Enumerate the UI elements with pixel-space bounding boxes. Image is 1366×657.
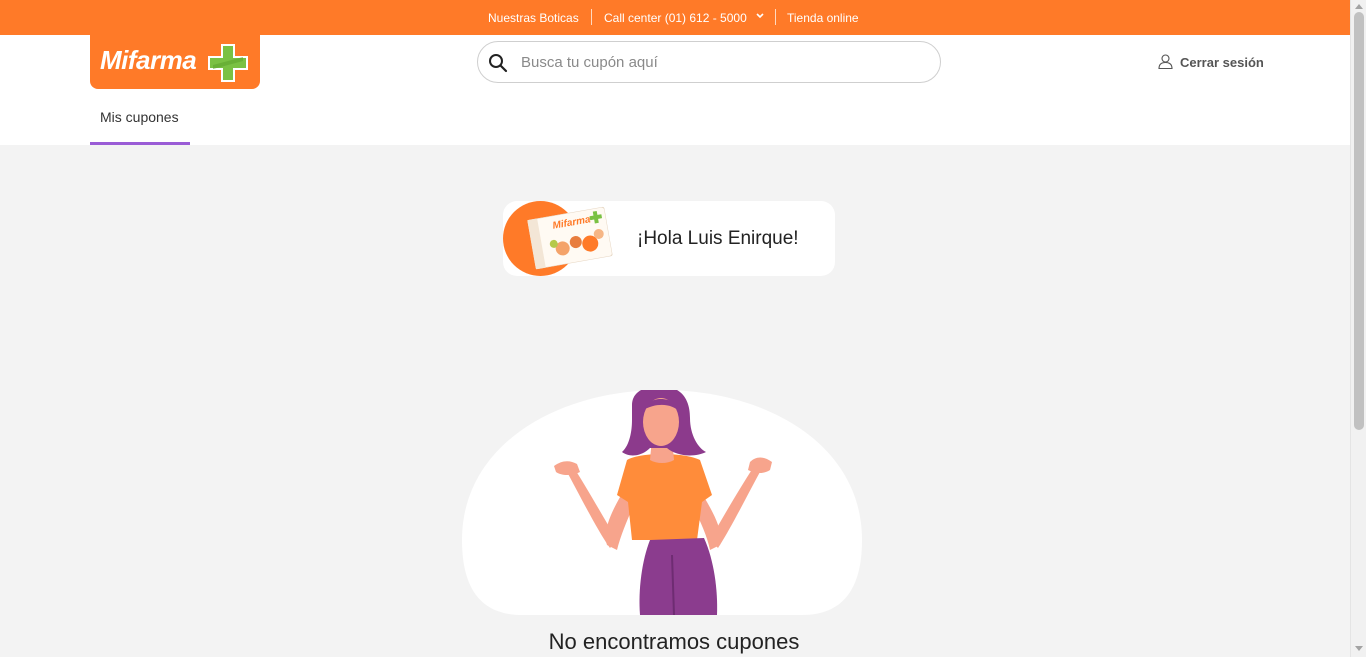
logout-label: Cerrar sesión — [1180, 55, 1264, 70]
top-bar: Nuestras Boticas Call center (01) 612 - … — [0, 0, 1350, 35]
empty-state-illustration — [462, 390, 862, 615]
mifarma-logo[interactable]: Mifarma — [90, 35, 260, 89]
tienda-online-link[interactable]: Tienda online — [787, 11, 859, 25]
user-icon — [1158, 54, 1173, 69]
callcenter-link[interactable]: Call center (01) 612 - 5000 — [604, 11, 747, 25]
scrollbar-thumb[interactable] — [1354, 12, 1364, 430]
scroll-down-arrow-icon[interactable] — [1355, 646, 1363, 652]
logo-text: Mifarma — [100, 45, 197, 75]
greeting-text: ¡Hola Luis Enirque! — [637, 228, 799, 249]
scroll-up-arrow-icon[interactable] — [1355, 3, 1363, 9]
search-box — [477, 41, 941, 83]
greeting-card: Mifarma ¡Hola Luis Enirque! — [503, 201, 835, 276]
cross-icon — [208, 44, 248, 82]
nuestras-boticas-link[interactable]: Nuestras Boticas — [488, 11, 579, 25]
page-scrollbar[interactable] — [1350, 0, 1366, 657]
chevron-down-icon[interactable] — [756, 11, 764, 21]
divider — [591, 9, 592, 25]
search-icon[interactable] — [488, 53, 508, 73]
search-input[interactable] — [521, 51, 921, 73]
divider — [775, 9, 776, 25]
tab-label: Mis cupones — [100, 109, 179, 125]
tab-mis-cupones[interactable]: Mis cupones — [90, 105, 190, 145]
empty-state-title: No encontramos cupones — [548, 629, 800, 654]
